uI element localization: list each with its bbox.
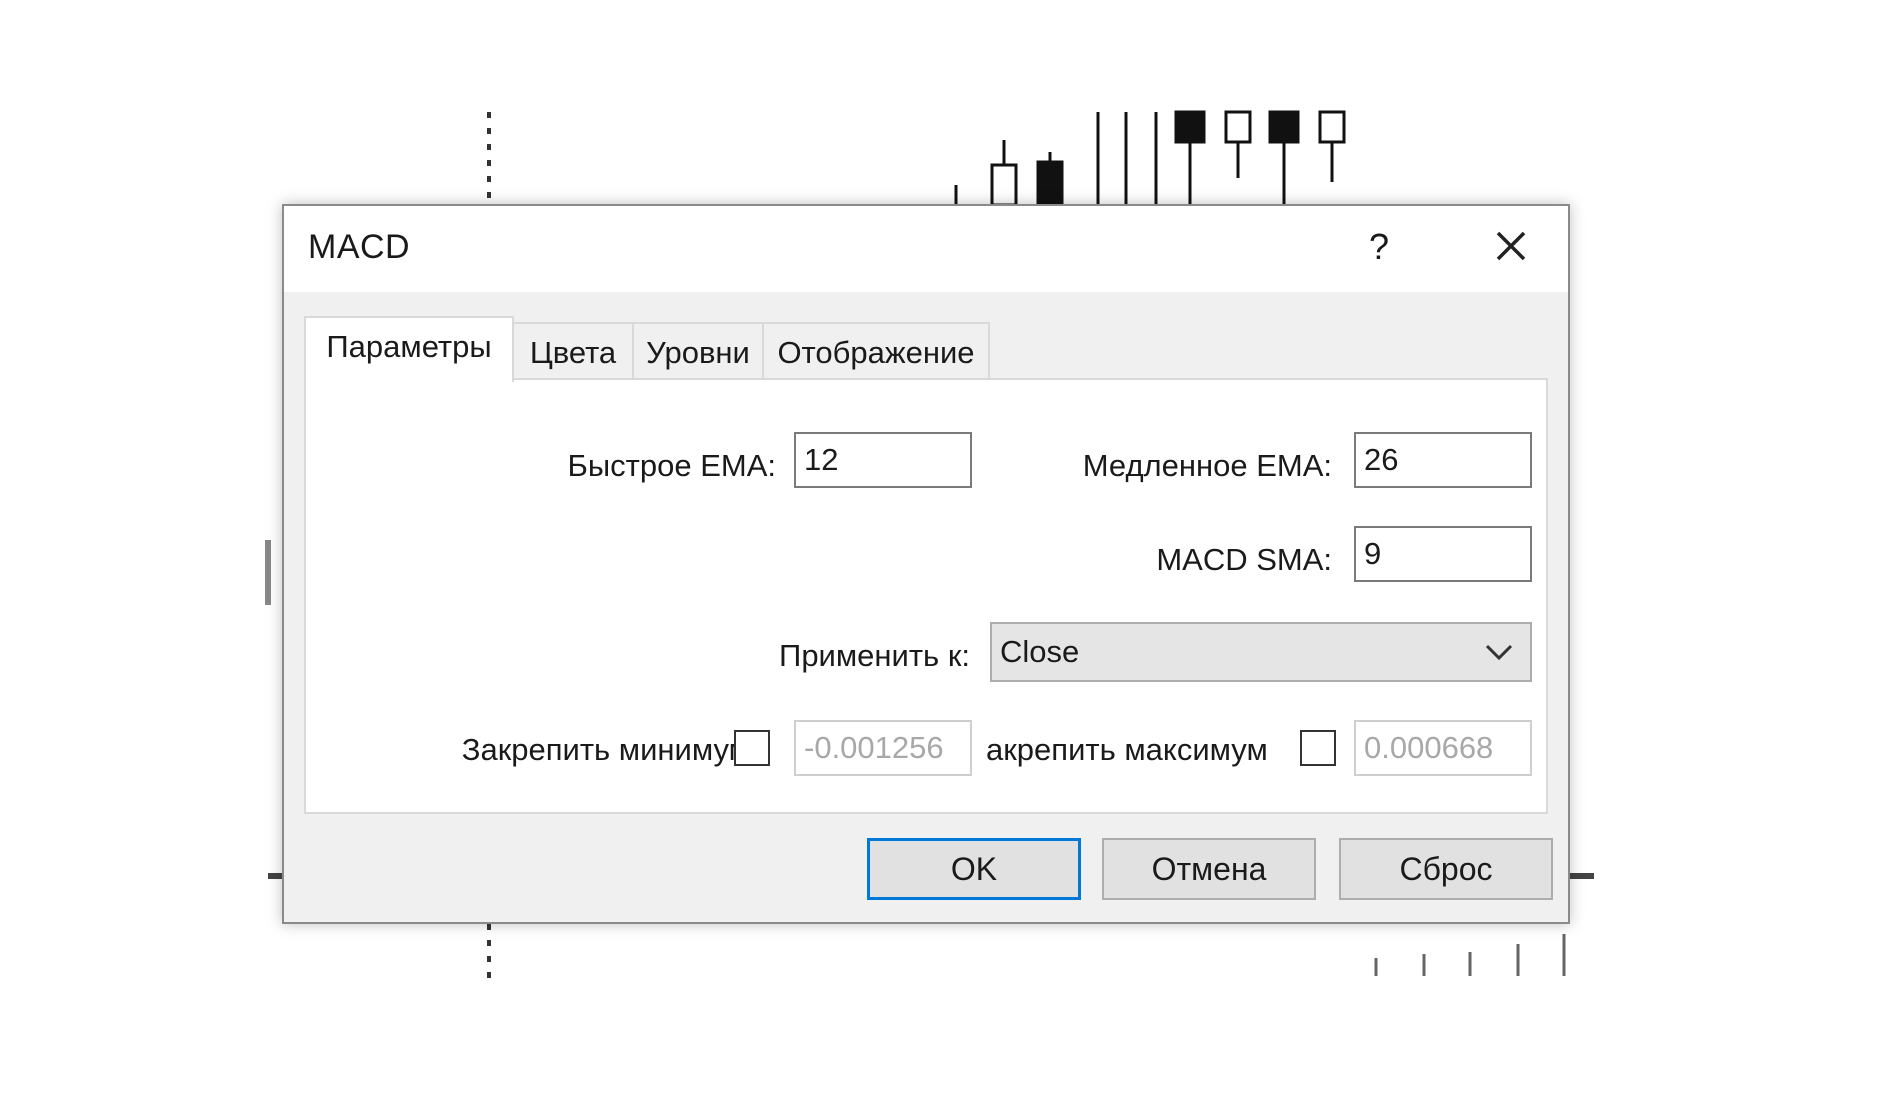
dialog-titlebar: MACD ? xyxy=(284,206,1568,292)
candles-top xyxy=(954,110,1346,207)
reset-button[interactable]: Сброс xyxy=(1339,838,1553,900)
close-icon xyxy=(1496,231,1526,261)
macd-sma-input[interactable]: 9 xyxy=(1354,526,1532,582)
fix-max-label: акрепить максимум xyxy=(986,732,1268,767)
tab-display[interactable]: Отображение xyxy=(762,322,990,380)
macd-dialog: MACD ? Параметры Цвета Уровни Отображени… xyxy=(282,204,1570,924)
question-icon: ? xyxy=(1368,226,1390,267)
parameters-panel: Быстрое EMA: 12 Медленное EMA: 26 MACD S… xyxy=(304,378,1548,814)
fast-ema-label: Быстрое EMA: xyxy=(567,448,776,483)
fix-min-input[interactable]: -0.001256 xyxy=(794,720,972,776)
apply-to-value: Close xyxy=(1000,634,1080,669)
tab-colors[interactable]: Цвета xyxy=(512,322,634,380)
slow-ema-input[interactable]: 26 xyxy=(1354,432,1532,488)
indicator-bars-bottom xyxy=(1374,934,1566,976)
fix-max-checkbox[interactable] xyxy=(1300,730,1336,766)
macd-sma-label: MACD SMA: xyxy=(1156,542,1332,577)
chevron-down-icon xyxy=(1485,644,1513,661)
fix-min-checkbox[interactable] xyxy=(734,730,770,766)
help-button[interactable]: ? xyxy=(1354,222,1404,272)
close-button[interactable] xyxy=(1482,220,1540,274)
apply-to-select[interactable]: Close xyxy=(990,622,1532,682)
tab-parameters[interactable]: Параметры xyxy=(304,316,514,382)
fix-max-input[interactable]: 0.000668 xyxy=(1354,720,1532,776)
cancel-button[interactable]: Отмена xyxy=(1102,838,1316,900)
slow-ema-label: Медленное EMA: xyxy=(1082,448,1332,483)
apply-to-label: Применить к: xyxy=(779,638,970,673)
ok-button[interactable]: OK xyxy=(867,838,1081,900)
tab-levels[interactable]: Уровни xyxy=(632,322,764,380)
fix-min-label: Закрепить минимум xyxy=(461,732,750,767)
dialog-title: MACD xyxy=(308,228,411,266)
fast-ema-input[interactable]: 12 xyxy=(794,432,972,488)
